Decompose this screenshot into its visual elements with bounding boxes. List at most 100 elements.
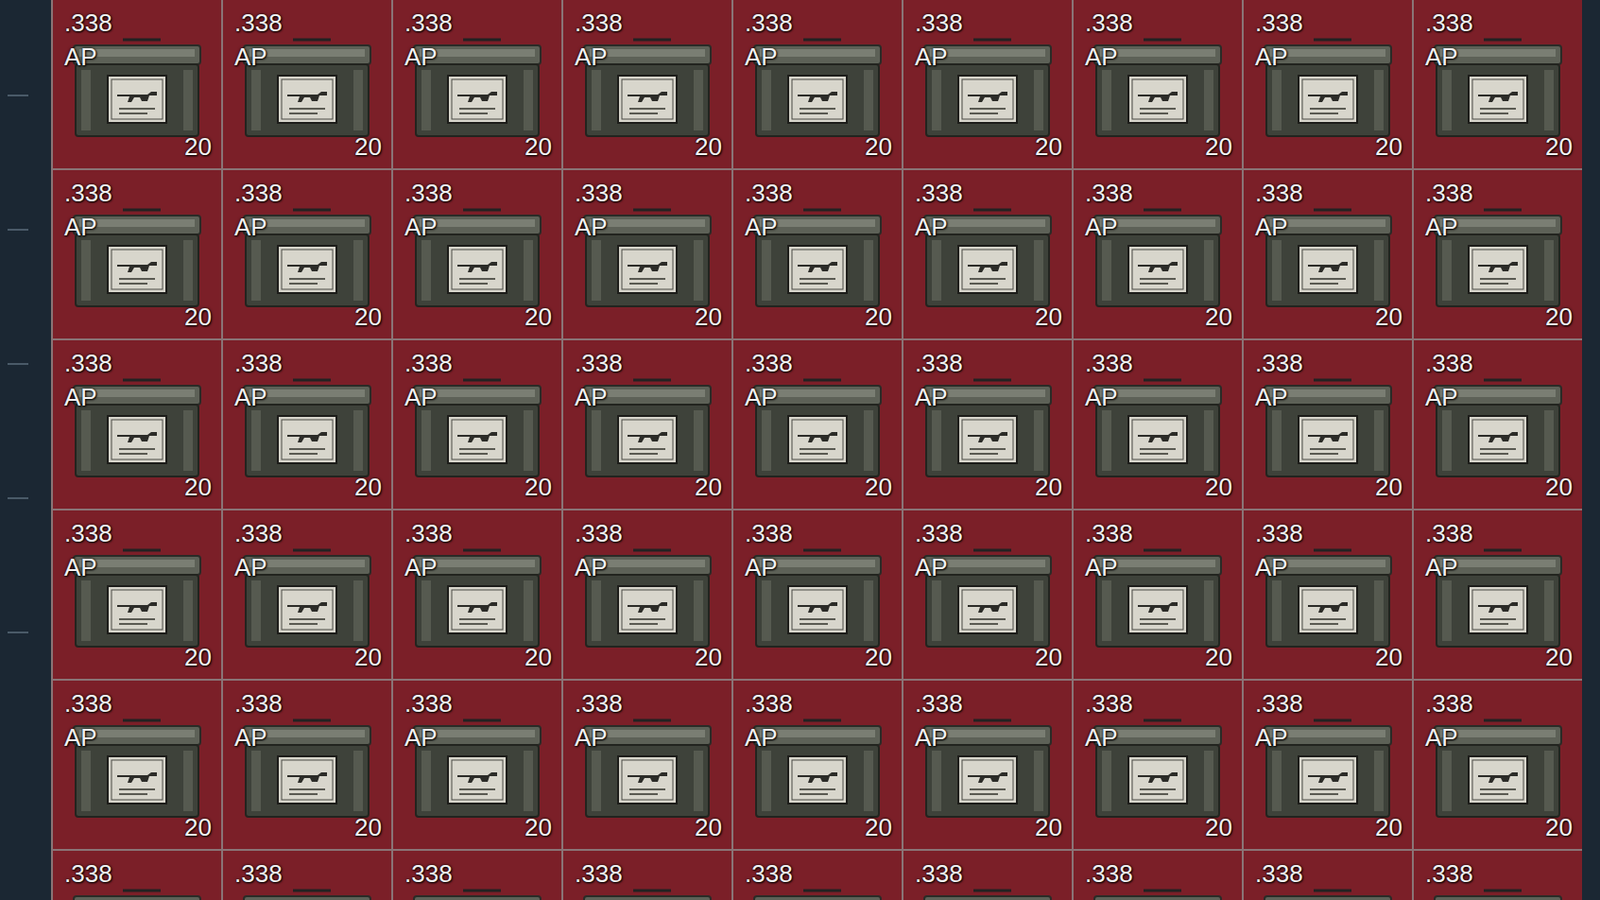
inventory-cell[interactable]: .338AP20 — [1073, 680, 1242, 849]
inventory-cell[interactable]: .338AP20 — [393, 340, 562, 509]
inventory-cell[interactable]: .338AP20 — [1243, 510, 1412, 679]
inventory-cell[interactable]: .338 — [563, 850, 732, 900]
inventory-cell[interactable]: .338AP20 — [1073, 170, 1242, 339]
inventory-cell[interactable]: .338AP20 — [563, 0, 732, 169]
inventory-screen: .338 AP 20 .338 AP 20 .338 AP 20 .338 AP 20 .338 AP 20… — [0, 0, 1600, 900]
inventory-cell[interactable]: .338AP20 — [733, 510, 902, 679]
caliber-label: .338 — [404, 689, 453, 718]
inventory-cell[interactable]: .338 — [1243, 850, 1412, 900]
inventory-cell[interactable]: .338AP20 — [1413, 0, 1583, 169]
ammo-type-label: AP — [404, 213, 438, 241]
caliber-label: .338 — [574, 689, 623, 718]
inventory-cell[interactable]: .338AP20 — [1413, 340, 1583, 509]
caliber-label: .338 — [404, 349, 453, 378]
left-panel — [0, 0, 52, 900]
stack-count: 20 — [1204, 813, 1233, 842]
caliber-label: .338 — [234, 179, 283, 207]
ammo-type-label: AP — [234, 723, 268, 752]
ammo-type-label: AP — [404, 383, 438, 412]
stack-count: 20 — [524, 303, 552, 331]
ammo-type-label: AP — [234, 43, 268, 71]
inventory-cell[interactable]: .338AP20 — [52, 680, 222, 849]
caliber-label: .338 — [914, 689, 964, 718]
inventory-cell[interactable]: .338 — [1073, 850, 1242, 900]
inventory-cell[interactable]: .338AP20 — [1243, 170, 1412, 339]
caliber-label: .338 — [914, 860, 964, 888]
inventory-cell[interactable]: .338AP20 — [393, 0, 562, 169]
caliber-label: .338 — [744, 519, 793, 548]
inventory-cell[interactable]: .338 — [733, 850, 902, 900]
inventory-cell[interactable]: .338AP20 — [563, 170, 732, 339]
caliber-label: .338 — [914, 519, 964, 548]
stack-count: 20 — [694, 813, 723, 842]
ammo-type-label: AP — [1255, 383, 1289, 412]
stack-count: 20 — [1375, 643, 1403, 671]
stack-count: 20 — [524, 813, 552, 842]
caliber-label: .338 — [234, 519, 283, 548]
ammo-type-label: AP — [914, 43, 948, 71]
caliber-label: .338 — [574, 349, 623, 378]
inventory-cell[interactable]: .338AP20 — [1243, 680, 1412, 849]
inventory-cell[interactable]: .338AP20 — [52, 0, 222, 169]
inventory-cell[interactable]: .338AP20 — [563, 340, 732, 509]
inventory-cell[interactable]: .338 — [1413, 850, 1583, 900]
ammo-type-label: AP — [574, 383, 608, 412]
stack-count: 20 — [1375, 473, 1403, 501]
stack-count: 20 — [354, 303, 382, 331]
stack-count: 20 — [184, 473, 212, 501]
inventory-cell[interactable]: .338AP20 — [1073, 340, 1242, 509]
ammo-type-label: AP — [744, 553, 778, 582]
inventory-cell[interactable]: .338AP20 — [1243, 340, 1412, 509]
inventory-cell[interactable]: .338AP20 — [563, 510, 732, 679]
inventory-cell[interactable]: .338AP20 — [1413, 680, 1583, 849]
ammo-type-label: AP — [1255, 723, 1289, 752]
inventory-cell[interactable]: .338AP20 — [903, 340, 1072, 509]
inventory-cell[interactable]: .338AP20 — [52, 170, 222, 339]
inventory-cell[interactable]: .338AP20 — [223, 510, 392, 679]
stack-count: 20 — [864, 133, 893, 161]
stack-count: 20 — [1034, 133, 1063, 161]
inventory-cell[interactable]: .338AP20 — [1413, 510, 1583, 679]
inventory-cell[interactable]: .338AP20 — [903, 510, 1072, 679]
ammo-type-label: AP — [1255, 43, 1289, 71]
ammo-type-label: AP — [914, 723, 948, 752]
inventory-cell[interactable]: .338AP20 — [903, 0, 1072, 169]
inventory-cell[interactable]: .338AP20 — [1413, 170, 1583, 339]
inventory-cell[interactable]: .338 — [52, 850, 222, 900]
inventory-cell[interactable]: .338AP20 — [1243, 0, 1412, 169]
inventory-cell[interactable]: .338AP20 — [393, 510, 562, 679]
inventory-cell[interactable]: .338AP20 — [563, 680, 732, 849]
inventory-cell[interactable]: .338AP20 — [733, 340, 902, 509]
stack-count: 20 — [864, 473, 893, 501]
inventory-cell[interactable]: .338AP20 — [52, 510, 222, 679]
inventory-cell[interactable]: .338AP20 — [393, 170, 562, 339]
ammo-type-label: AP — [744, 43, 778, 71]
inventory-cell[interactable]: .338AP20 — [903, 170, 1072, 339]
inventory-cell[interactable]: .338AP20 — [223, 0, 392, 169]
inventory-cell[interactable]: .338 AP 20 — [733, 0, 902, 169]
inventory-cell[interactable]: .338 — [903, 850, 1072, 900]
inventory-cell[interactable]: .338AP20 — [393, 680, 562, 849]
caliber-label: .338 — [744, 9, 793, 37]
ammo-type-label: AP — [1425, 723, 1459, 752]
inventory-cell[interactable]: .338AP20 — [733, 170, 902, 339]
caliber-label: .338 — [1084, 179, 1134, 207]
ammo-type-label: AP — [404, 43, 438, 71]
ammo-type-label: AP — [574, 553, 608, 582]
inventory-cell[interactable]: .338AP20 — [52, 340, 222, 509]
inventory-cell[interactable]: .338AP20 — [223, 680, 392, 849]
inventory-cell[interactable]: .338AP20 — [223, 340, 392, 509]
stack-count: 20 — [1034, 303, 1063, 331]
inventory-cell[interactable]: .338AP20 — [733, 680, 902, 849]
inventory-cell[interactable]: .338 — [393, 850, 562, 900]
inventory-cell[interactable]: .338AP20 — [223, 170, 392, 339]
caliber-label: .338 — [1084, 689, 1134, 718]
caliber-label: .338 — [64, 349, 113, 378]
ammo-type-label: AP — [744, 383, 778, 412]
caliber-label: .338 — [1425, 349, 1474, 378]
inventory-cell[interactable]: .338 — [223, 850, 392, 900]
inventory-cell[interactable]: .338AP20 — [1073, 510, 1242, 679]
inventory-cell[interactable]: .338AP20 — [1073, 0, 1242, 169]
inventory-cell[interactable]: .338AP20 — [903, 680, 1072, 849]
caliber-label: .338 — [1255, 519, 1304, 548]
